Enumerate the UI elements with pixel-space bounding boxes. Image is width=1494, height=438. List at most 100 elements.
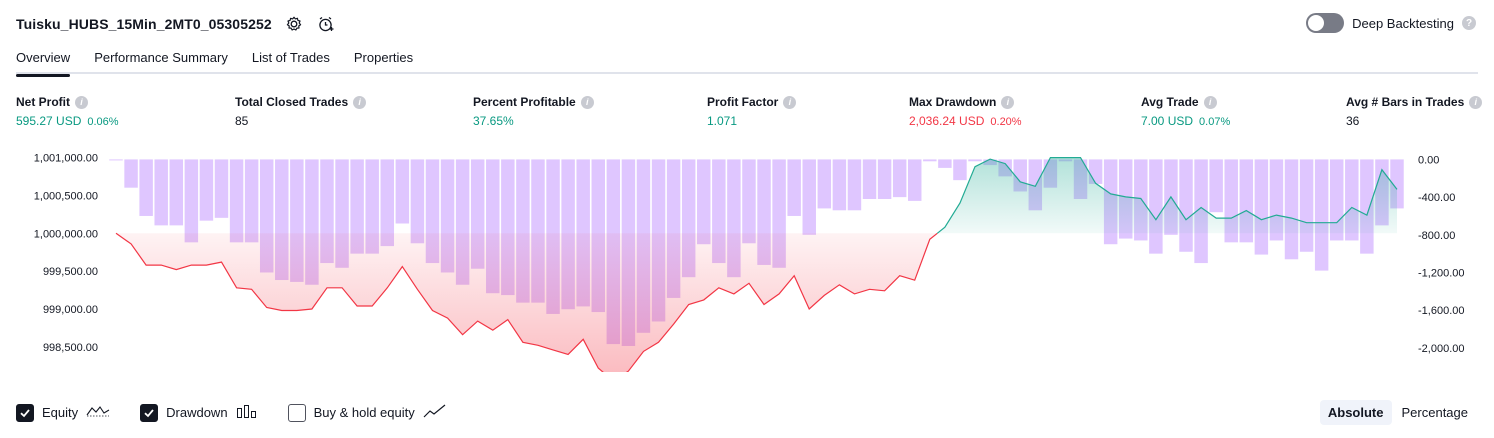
- metric-percent: 0.06%: [87, 116, 119, 128]
- x-axis-tick-label: 79: [1285, 371, 1297, 372]
- x-axis-tick-label: 7: [203, 371, 209, 372]
- tab-list-of-trades[interactable]: List of Trades: [252, 44, 330, 73]
- metric-label: Max Drawdown: [909, 95, 997, 109]
- right-axis: 0.00 -400.00 -800.00 -1,200.00 -1,600.00 -2,0…: [1418, 154, 1464, 354]
- drawdown-bar: [742, 159, 756, 244]
- drawdown-bar: [953, 159, 967, 181]
- metric-label: Avg Trade: [1141, 95, 1199, 109]
- tab-performance-summary[interactable]: Performance Summary: [94, 44, 228, 73]
- drawdown-bar: [862, 159, 877, 199]
- drawdown-bar: [380, 159, 395, 247]
- metric-label: Net Profit: [16, 95, 70, 109]
- add-alert-clock-icon[interactable]: [316, 14, 336, 34]
- drawdown-bar: [1179, 159, 1193, 252]
- drawdown-bar: [817, 159, 832, 209]
- drawdown-bar: [1299, 159, 1314, 252]
- tab-overview[interactable]: Overview: [16, 44, 71, 77]
- x-axis-tick-label: 25: [472, 371, 484, 372]
- drawdown-bar: [229, 159, 244, 243]
- info-icon[interactable]: i: [580, 95, 594, 109]
- metric-net-profit: Net Profit i 595.27 USD 0.06%: [16, 94, 119, 128]
- left-axis-tick-label: 998,500.00: [43, 342, 98, 354]
- x-axis-tick-label: 67: [1105, 371, 1117, 372]
- x-axis-tick-label: 49: [833, 371, 845, 372]
- checkbox-unchecked[interactable]: [287, 403, 306, 422]
- info-icon[interactable]: i: [353, 95, 367, 109]
- legend-label: Buy & hold equity: [313, 405, 415, 420]
- x-axis-tick-label: 85: [1376, 371, 1388, 372]
- metric-label: Avg # Bars in Trades: [1346, 95, 1465, 109]
- tab-properties[interactable]: Properties: [354, 44, 413, 73]
- info-icon[interactable]: i: [1001, 95, 1015, 109]
- drawdown-bar: [697, 159, 711, 245]
- deep-backtesting-toggle[interactable]: [1306, 13, 1345, 33]
- left-axis: 1,001,000.00 1,000,500.00 1,000,000.00 999,…: [34, 153, 98, 354]
- drawdown-bar: [109, 159, 123, 161]
- right-axis-tick-label: 0.00: [1418, 154, 1439, 166]
- x-axis-tick-label: 73: [1195, 371, 1207, 372]
- right-axis-tick-label: -400.00: [1418, 192, 1455, 204]
- drawdown-bar: [892, 159, 907, 198]
- checkbox-checked[interactable]: [16, 403, 34, 422]
- drawdown-bar: [214, 159, 229, 218]
- drawdown-bar: [1209, 159, 1223, 213]
- drawdown-bars-icon: [236, 403, 258, 422]
- x-axis-tick-label: 37: [652, 371, 664, 372]
- metric-value: 1.071: [707, 114, 738, 128]
- metric-percent: 0.07%: [1199, 116, 1231, 128]
- legend-label: Equity: [42, 405, 79, 420]
- left-axis-tick-label: 1,001,000.00: [34, 153, 98, 165]
- drawdown-bar: [139, 159, 153, 216]
- mode-absolute-button[interactable]: Absolute: [1319, 400, 1392, 425]
- legend-drawdown[interactable]: Drawdown: [140, 403, 257, 422]
- checkbox-checked[interactable]: [140, 403, 159, 422]
- info-icon[interactable]: i: [75, 95, 88, 109]
- buy-hold-line-icon: [423, 403, 447, 422]
- drawdown-bar: [410, 159, 425, 244]
- drawdown-bar: [877, 159, 892, 199]
- strategy-title: Tuisku_HUBS_15Min_2MT0_05305252: [16, 16, 272, 32]
- help-icon[interactable]: ?: [1462, 16, 1476, 30]
- metric-label: Profit Factor: [707, 95, 779, 109]
- drawdown-bar: [1314, 159, 1329, 271]
- drawdown-bar: [802, 159, 816, 235]
- metric-label: Total Closed Trades: [235, 95, 349, 109]
- legend-equity[interactable]: Equity: [16, 403, 110, 422]
- metric-profit-factor: Profit Factor i 1.071: [707, 94, 797, 128]
- info-icon[interactable]: i: [1203, 95, 1217, 109]
- x-axis-tick-label: 13: [291, 371, 303, 372]
- drawdown-bar: [395, 159, 410, 224]
- info-icon[interactable]: i: [783, 95, 797, 109]
- chart-legend: Equity Drawdown Buy & hold equity: [16, 403, 477, 422]
- x-axis-tick-label: 43: [743, 371, 755, 372]
- legend-buy-hold-equity[interactable]: Buy & hold equity: [287, 403, 447, 422]
- drawdown-bar: [244, 159, 259, 243]
- legend-label: Drawdown: [166, 405, 228, 420]
- right-axis-tick-label: -800.00: [1418, 230, 1455, 242]
- equity-drawdown-chart[interactable]: 1,001,000.00 1,000,500.00 1,000,000.00 999,…: [0, 140, 1494, 372]
- drawdown-bar: [847, 159, 862, 211]
- tab-bar: Overview Performance Summary List of Tra…: [16, 44, 437, 77]
- deep-backtesting-label: Deep Backtesting: [1352, 15, 1454, 31]
- metric-value: 7.00 USD: [1141, 114, 1194, 128]
- drawdown-bar: [787, 159, 801, 216]
- drawdown-bar: [908, 159, 922, 201]
- deep-backtesting-control: Deep Backtesting ?: [1306, 13, 1476, 33]
- metric-percent: 0.20%: [990, 116, 1022, 128]
- display-mode-switch: Absolute Percentage: [1319, 400, 1477, 425]
- metric-avg-trade: Avg Trade i 7.00 USD 0.07%: [1141, 94, 1230, 128]
- left-axis-tick-label: 1,000,000.00: [34, 228, 98, 240]
- info-icon[interactable]: i: [1469, 95, 1483, 109]
- right-axis-tick-label: -1,600.00: [1418, 305, 1464, 317]
- tab-divider: [16, 72, 1478, 74]
- metric-total-closed-trades: Total Closed Trades i 85: [235, 94, 367, 128]
- equity-loss-area: [116, 233, 938, 372]
- equity-line-icon: [86, 403, 110, 422]
- metric-value: 2,036.24 USD: [909, 114, 985, 128]
- right-axis-tick-label: -2,000.00: [1418, 343, 1464, 355]
- gear-icon[interactable]: [284, 14, 304, 34]
- metric-avg-bars-in-trades: Avg # Bars in Trades i 36: [1346, 94, 1483, 128]
- metric-label: Percent Profitable: [473, 95, 576, 109]
- mode-percentage-button[interactable]: Percentage: [1394, 400, 1477, 425]
- drawdown-bar: [124, 159, 138, 188]
